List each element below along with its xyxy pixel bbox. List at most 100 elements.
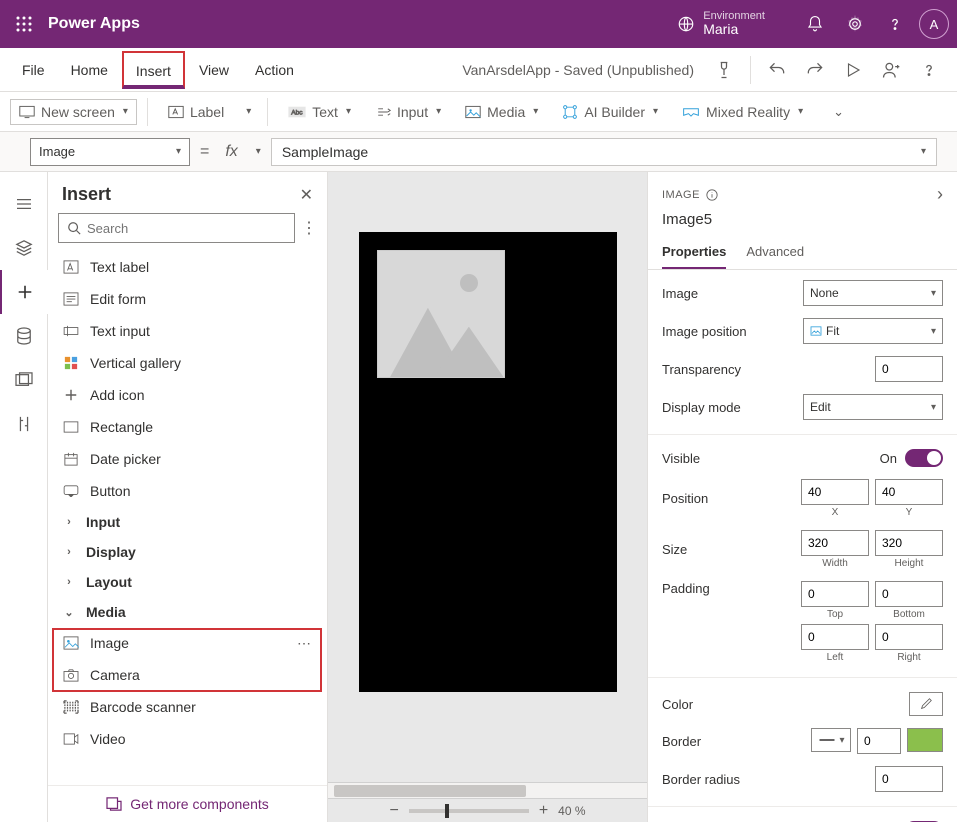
barcode-icon [62, 698, 80, 716]
mixed-reality-button[interactable]: Mixed Reality▾ [672, 98, 813, 126]
rail-layers-icon[interactable] [0, 226, 48, 270]
expand-panel-icon[interactable]: › [937, 184, 943, 205]
prop-y-input[interactable] [875, 479, 943, 505]
prop-x-input[interactable] [801, 479, 869, 505]
prop-disp-select[interactable]: Edit▾ [803, 394, 943, 420]
preview-icon[interactable] [835, 52, 871, 88]
insert-item-barcode[interactable]: Barcode scanner [48, 691, 327, 723]
insert-cat-media[interactable]: ⌄Media [48, 597, 327, 627]
prop-border-color[interactable] [907, 728, 943, 752]
left-rail [0, 172, 48, 822]
help-icon[interactable] [875, 4, 915, 44]
notifications-icon[interactable] [795, 4, 835, 44]
prop-border-width-input[interactable] [857, 728, 901, 754]
close-icon[interactable]: ✕ [300, 185, 313, 205]
button-icon [62, 482, 80, 500]
menu-view[interactable]: View [187, 52, 241, 88]
get-more-components[interactable]: Get more components [48, 785, 327, 822]
prop-pad-r-input[interactable] [875, 624, 943, 650]
rail-data-icon[interactable] [0, 314, 48, 358]
rect-icon [62, 418, 80, 436]
rail-media-icon[interactable] [0, 358, 48, 402]
tab-properties[interactable]: Properties [662, 236, 726, 269]
insert-item-video[interactable]: Video [48, 723, 327, 755]
panel-more-icon[interactable]: ⋮ [301, 218, 317, 238]
environment-selector[interactable]: Environment Maria [677, 10, 765, 37]
insert-item-datepicker[interactable]: Date picker [48, 443, 327, 475]
image-control[interactable] [377, 250, 505, 378]
undo-icon[interactable] [759, 52, 795, 88]
menu-insert[interactable]: Insert [122, 51, 185, 89]
menu-action[interactable]: Action [243, 52, 306, 88]
insert-item-textlabel[interactable]: Text label [48, 251, 327, 283]
insert-item-image[interactable]: Image⋯ [48, 627, 327, 659]
label-button[interactable]: Label [158, 98, 234, 126]
control-name[interactable]: Image5 [648, 209, 957, 236]
search-input[interactable] [58, 213, 295, 243]
fx-label: fx [219, 143, 243, 161]
prop-bradius-input[interactable] [875, 766, 943, 792]
insert-cat-input[interactable]: ›Input [48, 507, 327, 537]
text-button[interactable]: Abc Text▾ [278, 98, 361, 126]
insert-item-button[interactable]: Button [48, 475, 327, 507]
video-icon [62, 730, 80, 748]
prop-pad-t-input[interactable] [801, 581, 869, 607]
insert-item-camera[interactable]: Camera [48, 659, 327, 691]
env-label: Environment [703, 10, 765, 22]
insert-item-textinput[interactable]: Text input [48, 315, 327, 347]
insert-item-gallery[interactable]: Vertical gallery [48, 347, 327, 379]
horizontal-scrollbar[interactable] [328, 782, 647, 798]
redo-icon[interactable] [797, 52, 833, 88]
insert-cat-display[interactable]: ›Display [48, 537, 327, 567]
text-input-icon [62, 322, 80, 340]
rail-tree-icon[interactable] [0, 182, 48, 226]
prop-h-input[interactable] [875, 530, 943, 556]
media-button[interactable]: Media▾ [455, 98, 548, 126]
user-avatar[interactable]: A [919, 9, 949, 39]
prop-color-picker[interactable] [909, 692, 943, 716]
share-icon[interactable] [873, 52, 909, 88]
prop-bradius-label: Border radius [662, 772, 740, 787]
new-screen-button[interactable]: New screen▾ [10, 99, 137, 125]
zoom-in-icon[interactable]: + [539, 802, 548, 820]
canvas[interactable] [328, 172, 647, 782]
prop-border-style[interactable]: ▾ [811, 728, 851, 752]
prop-color-label: Color [662, 697, 693, 712]
zoom-slider[interactable] [409, 809, 529, 813]
rail-insert-icon[interactable] [0, 270, 48, 314]
menu-home[interactable]: Home [59, 52, 120, 88]
app-launcher-icon[interactable] [8, 8, 40, 40]
app-header: Power Apps Environment Maria A [0, 0, 957, 48]
help-icon-2[interactable] [911, 52, 947, 88]
prop-pad-b-input[interactable] [875, 581, 943, 607]
app-checker-icon[interactable] [706, 52, 742, 88]
formula-input[interactable]: SampleImage ▾ [271, 138, 937, 166]
menu-file[interactable]: File [10, 52, 57, 88]
settings-icon[interactable] [835, 4, 875, 44]
prop-image-select[interactable]: None▾ [803, 280, 943, 306]
prop-imgpos-select[interactable]: Fit▾ [803, 318, 943, 344]
prop-trans-input[interactable] [875, 356, 943, 382]
tab-advanced[interactable]: Advanced [746, 236, 804, 269]
insert-item-editform[interactable]: Edit form [48, 283, 327, 315]
insert-item-rectangle[interactable]: Rectangle [48, 411, 327, 443]
prop-pad-l-input[interactable] [801, 624, 869, 650]
prop-visible-label: Visible [662, 451, 700, 466]
prop-visible-toggle[interactable] [905, 449, 943, 467]
form-icon [62, 290, 80, 308]
item-more-icon[interactable]: ⋯ [297, 635, 313, 652]
insert-item-addicon[interactable]: Add icon [48, 379, 327, 411]
fx-chevron-icon[interactable]: ▾ [256, 146, 261, 157]
camera-icon [62, 666, 80, 684]
property-selector[interactable]: Image▾ [30, 138, 190, 166]
input-button[interactable]: Input▾ [365, 98, 451, 126]
zoom-out-icon[interactable]: − [389, 802, 398, 820]
ribbon-overflow-icon[interactable]: ⌄ [819, 98, 858, 126]
rail-tools-icon[interactable] [0, 402, 48, 446]
ai-builder-button[interactable]: AI Builder▾ [552, 98, 668, 126]
insert-cat-layout[interactable]: ›Layout [48, 567, 327, 597]
phone-screen[interactable] [359, 232, 617, 692]
label-chevron-icon[interactable]: ▾ [240, 100, 257, 123]
prop-w-input[interactable] [801, 530, 869, 556]
plus-icon [62, 386, 80, 404]
